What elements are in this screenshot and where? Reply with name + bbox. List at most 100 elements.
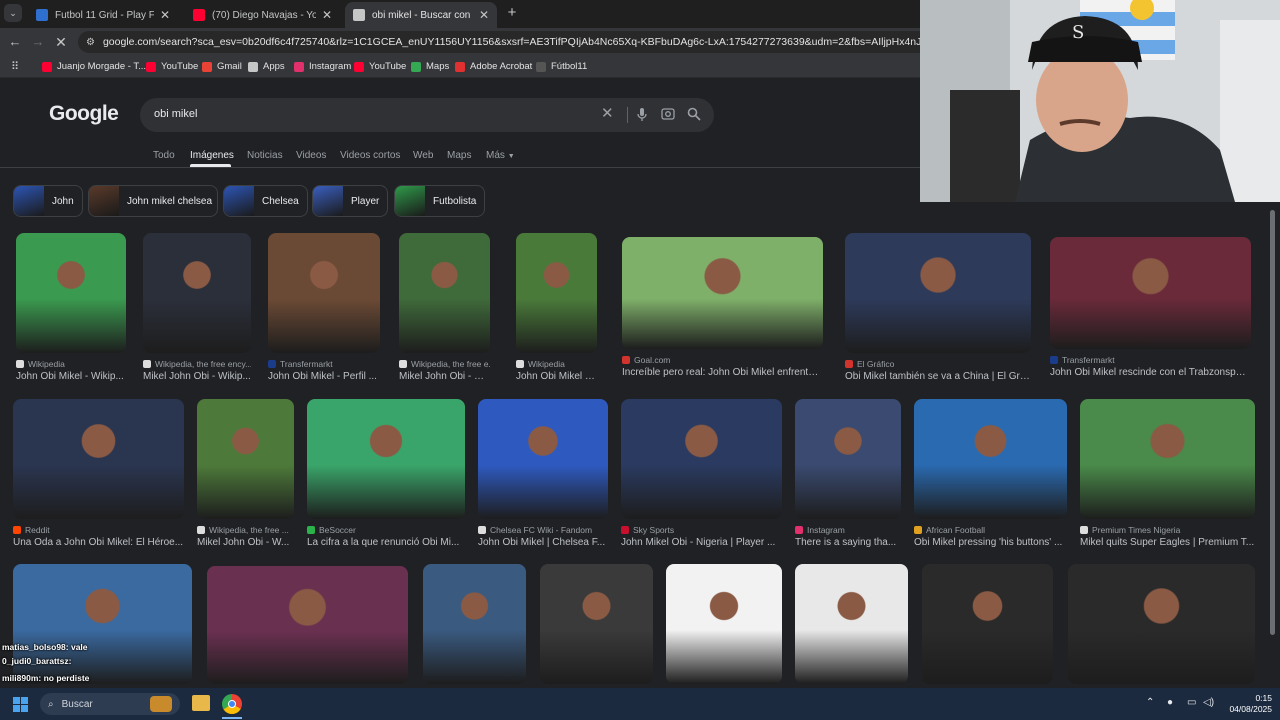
bookmark-item[interactable]: Fútbol11 (536, 61, 587, 72)
tab-maps[interactable]: Maps (447, 150, 471, 161)
bookmark-item[interactable]: Maps (411, 61, 449, 72)
result-caption[interactable]: Increíble pero real: John Obi Mikel enfr… (622, 367, 823, 378)
apps-grid-icon[interactable]: ⠿ (11, 60, 19, 73)
result-caption[interactable]: Una Oda a John Obi Mikel: El Héroe... (13, 537, 184, 548)
tab-close-icon[interactable]: ✕ (479, 8, 489, 22)
result-source[interactable]: Wikipedia, the free e... (399, 359, 490, 369)
microphone-icon[interactable]: ● (1167, 697, 1173, 708)
back-icon[interactable]: ← (6, 33, 24, 51)
result-thumbnail[interactable] (143, 233, 251, 353)
image-result[interactable]: African Football Obi Mikel pressing 'his … (914, 399, 1067, 555)
chrome-taskbar-icon[interactable] (222, 694, 242, 714)
result-source[interactable]: BeSoccer (307, 525, 465, 535)
result-source[interactable]: Wikipedia (516, 359, 597, 369)
site-info-icon[interactable]: ⚙ (86, 37, 95, 48)
result-thumbnail[interactable] (914, 399, 1067, 519)
result-thumbnail[interactable] (621, 399, 782, 519)
tab-search-chevron-icon[interactable]: ⌄ (4, 4, 22, 22)
voice-search-icon[interactable] (636, 107, 648, 126)
bookmark-item[interactable]: Instagram (294, 61, 351, 72)
image-result[interactable]: Transfermarkt John Obi Mikel rescinde con… (1050, 237, 1251, 385)
image-result[interactable]: Wikipedia, the free ... Mikel John Obi - … (197, 399, 294, 555)
result-source[interactable]: Sky Sports (621, 525, 782, 535)
result-thumbnail[interactable] (1068, 564, 1255, 684)
result-thumbnail[interactable] (423, 564, 526, 684)
image-result[interactable]: Sky Sports John Mikel Obi - Nigeria | Pla… (621, 399, 782, 555)
bookmark-item[interactable]: YouTube (354, 61, 406, 72)
page-scrollbar[interactable] (1270, 210, 1275, 635)
image-result[interactable]: Reddit Una Oda a John Obi Mikel: El Héroe… (13, 399, 184, 555)
result-thumbnail[interactable] (307, 399, 465, 519)
result-caption[interactable]: John Obi Mikel - W... (516, 371, 597, 382)
tab-todo[interactable]: Todo (153, 150, 175, 161)
search-input[interactable]: obi mikel (154, 108, 197, 120)
result-thumbnail[interactable] (622, 237, 823, 349)
result-source[interactable]: Chelsea FC Wiki - Fandom (478, 525, 608, 535)
system-clock[interactable]: 0:15 04/08/2025 (1229, 693, 1272, 715)
result-source[interactable]: Reddit (13, 525, 184, 535)
result-thumbnail[interactable] (197, 399, 294, 519)
tab-videos[interactable]: Videos (296, 150, 326, 161)
filter-chip[interactable]: John (13, 185, 83, 217)
tab-close-icon[interactable]: ✕ (322, 8, 332, 22)
result-source[interactable]: El Gráfico (845, 359, 1031, 369)
result-source[interactable]: Wikipedia, the free ency... (143, 359, 251, 369)
browser-tab[interactable]: (70) Diego Navajas - YouTube ✕ (185, 2, 340, 28)
image-result[interactable]: Chelsea FC Wiki - Fandom John Obi Mikel |… (478, 399, 608, 555)
bookmark-item[interactable]: Juanjo Morgade - T... (42, 61, 146, 72)
result-caption[interactable]: Obi Mikel también se va a China | El Grá… (845, 371, 1031, 382)
stop-loading-icon[interactable]: ✕ (52, 33, 70, 51)
browser-tab[interactable]: obi mikel - Buscar con Google ✕ (345, 2, 497, 28)
result-thumbnail[interactable] (516, 233, 597, 353)
windows-start-icon[interactable] (13, 697, 28, 712)
result-thumbnail[interactable] (922, 564, 1053, 684)
result-source[interactable]: Instagram (795, 525, 901, 535)
result-source[interactable]: Premium Times Nigeria (1080, 525, 1255, 535)
result-thumbnail[interactable] (399, 233, 490, 353)
file-explorer-icon[interactable] (192, 695, 210, 711)
result-thumbnail[interactable] (1050, 237, 1251, 349)
filter-chip[interactable]: Chelsea (223, 185, 308, 217)
image-result[interactable]: Wikipedia John Obi Mikel - W... (516, 233, 597, 389)
result-caption[interactable]: Mikel quits Super Eagles | Premium T... (1080, 537, 1255, 548)
bookmark-item[interactable]: Apps (248, 61, 285, 72)
result-source[interactable]: Wikipedia (16, 359, 126, 369)
result-thumbnail[interactable] (845, 233, 1031, 353)
result-caption[interactable]: La cifra a la que renunció Obi Mi... (307, 537, 465, 548)
new-tab-button[interactable]: + (503, 4, 521, 22)
image-result[interactable]: Goal.com Increíble pero real: John Obi Mi… (622, 237, 823, 385)
result-source[interactable]: Transfermarkt (268, 359, 380, 369)
result-thumbnail[interactable] (1080, 399, 1255, 519)
result-thumbnail[interactable] (13, 399, 184, 519)
result-caption[interactable]: John Obi Mikel - Perfil ... (268, 371, 380, 382)
image-result[interactable]: Wikipedia, the free e... Mikel John Obi -… (399, 233, 490, 389)
bookmark-item[interactable]: Gmail (202, 61, 242, 72)
result-source[interactable]: Wikipedia, the free ... (197, 525, 294, 535)
result-caption[interactable]: John Obi Mikel | Chelsea F... (478, 537, 608, 548)
image-result[interactable]: Transfermarkt John Obi Mikel - Perfil ... (268, 233, 380, 389)
image-result[interactable]: Wikipedia, the free ency... Mikel John Ob… (143, 233, 251, 389)
tray-chevron-icon[interactable]: ⌃ (1146, 697, 1154, 708)
volume-icon[interactable]: ◁) (1203, 697, 1214, 708)
result-thumbnail[interactable] (666, 564, 782, 684)
result-source[interactable]: Goal.com (622, 355, 823, 365)
clear-search-icon[interactable]: ✕ (601, 106, 614, 122)
result-source[interactable]: Transfermarkt (1050, 355, 1251, 365)
result-caption[interactable]: Obi Mikel pressing 'his buttons' ... (914, 537, 1067, 548)
tab-noticias[interactable]: Noticias (247, 150, 283, 161)
image-result[interactable]: El Gráfico Obi Mikel también se va a Chin… (845, 233, 1031, 389)
filter-chip[interactable]: Futbolista (394, 185, 485, 217)
result-thumbnail[interactable] (540, 564, 653, 684)
image-result[interactable]: BeSoccer La cifra a la que renunció Obi M… (307, 399, 465, 555)
result-caption[interactable]: John Mikel Obi - Nigeria | Player ... (621, 537, 782, 548)
forward-icon[interactable]: → (29, 33, 47, 51)
google-logo[interactable]: Google (49, 102, 119, 126)
result-caption[interactable]: John Obi Mikel rescinde con el Trabzonsp… (1050, 367, 1251, 378)
result-source[interactable]: African Football (914, 525, 1067, 535)
lens-search-icon[interactable] (661, 107, 675, 125)
filter-chip[interactable]: Player (312, 185, 388, 217)
image-result[interactable]: Wikipedia John Obi Mikel - Wikip... (16, 233, 126, 389)
result-thumbnail[interactable] (478, 399, 608, 519)
result-thumbnail[interactable] (13, 564, 192, 684)
image-result[interactable]: Premium Times Nigeria Mikel quits Super E… (1080, 399, 1255, 555)
